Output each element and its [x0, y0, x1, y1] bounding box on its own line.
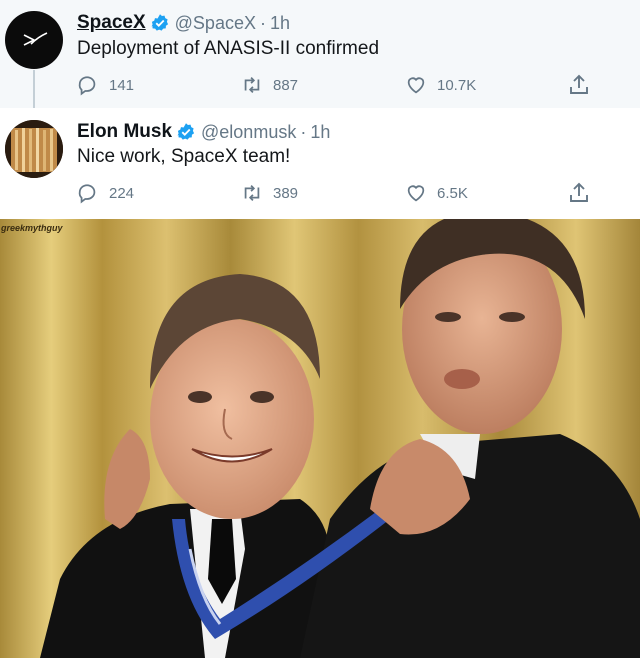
reply-icon — [78, 184, 96, 204]
tweet-elonmusk[interactable]: Elon Musk @elonmusk · 1h Nice work, Spac… — [0, 108, 640, 216]
like-icon — [407, 77, 425, 94]
right-person-pursed-lips — [444, 369, 480, 389]
retweet-count: 887 — [273, 76, 299, 94]
verified-badge-icon — [177, 123, 195, 140]
retweet-icon — [244, 185, 260, 201]
handle[interactable]: @SpaceX — [175, 13, 256, 34]
tweet-text: Deployment of ANASIS-II confirmed — [77, 38, 380, 59]
share-icon — [570, 182, 588, 202]
tweet-header: SpaceX @SpaceX · 1h — [77, 12, 290, 34]
reply-button[interactable]: 224 — [77, 180, 134, 206]
like-count: 6.5K — [437, 184, 468, 202]
tweet-actions: 224 389 6.5K — [77, 180, 597, 210]
retweet-button[interactable]: 887 — [241, 72, 298, 98]
like-button[interactable]: 10.7K — [405, 72, 476, 98]
elonmusk-avatar[interactable] — [5, 120, 63, 178]
share-button[interactable] — [567, 72, 591, 98]
profile-photo-icon — [5, 120, 63, 178]
spacex-avatar[interactable] — [5, 11, 63, 69]
spacex-logo-icon — [23, 32, 48, 46]
handle[interactable]: @elonmusk — [201, 122, 296, 143]
reply-button[interactable]: 141 — [77, 72, 134, 98]
tweet-spacex[interactable]: SpaceX @SpaceX · 1h Deployment of ANASIS… — [0, 0, 640, 108]
timestamp[interactable]: 1h — [270, 13, 290, 34]
separator-dot: · — [259, 12, 266, 33]
display-name[interactable]: SpaceX — [77, 12, 146, 34]
tweet-header: Elon Musk @elonmusk · 1h — [77, 121, 330, 143]
like-icon — [407, 185, 425, 202]
tweet-text: Nice work, SpaceX team! — [77, 146, 291, 167]
meme-image: greekmythguy — [0, 219, 640, 658]
like-button[interactable]: 6.5K — [405, 180, 468, 206]
share-button[interactable] — [567, 180, 591, 206]
reply-count: 224 — [109, 184, 135, 202]
timestamp[interactable]: 1h — [310, 122, 330, 143]
reply-icon — [78, 76, 96, 96]
watermark: greekmythguy — [1, 223, 63, 233]
reply-count: 141 — [109, 76, 135, 94]
separator-dot: · — [300, 121, 307, 142]
display-name[interactable]: Elon Musk — [77, 121, 172, 143]
share-icon — [570, 74, 588, 94]
medal-ceremony-photo — [0, 219, 640, 658]
tweet-actions: 141 887 10.7K — [77, 72, 597, 102]
retweet-icon — [244, 77, 260, 93]
retweet-button[interactable]: 389 — [241, 180, 298, 206]
verified-badge-icon — [151, 14, 168, 31]
like-count: 10.7K — [437, 76, 477, 94]
retweet-count: 389 — [273, 184, 299, 202]
